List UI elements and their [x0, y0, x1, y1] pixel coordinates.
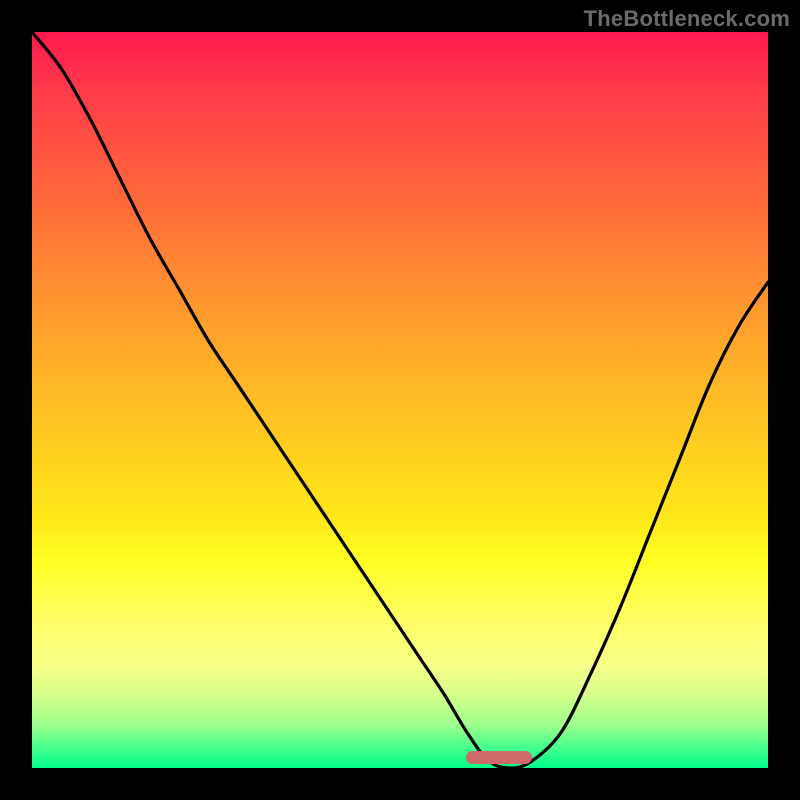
watermark-text: TheBottleneck.com [584, 6, 790, 32]
chart-frame: TheBottleneck.com [0, 0, 800, 800]
plot-area [32, 32, 768, 768]
optimal-range-marker [466, 751, 532, 764]
bottleneck-curve [32, 32, 768, 768]
